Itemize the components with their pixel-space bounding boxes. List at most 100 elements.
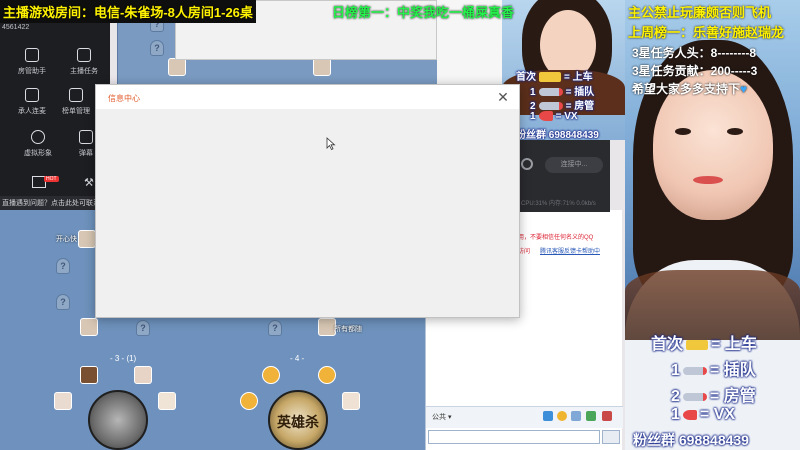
- support-text: 希望大家多多支持下: [632, 82, 741, 96]
- chat-icon: [79, 130, 93, 144]
- player-avatar[interactable]: [78, 230, 96, 248]
- table-logo-text: 英雄杀: [277, 415, 319, 431]
- streamer-lips: [693, 176, 723, 184]
- rule-gift: 首次: [516, 72, 536, 83]
- download-icon: [25, 88, 39, 102]
- streamer-camera-small: 首次 = 上车 1 = 插队 2 = 房管 1 = VX 粉丝群 698848439: [502, 0, 625, 140]
- task-icon: [77, 48, 91, 62]
- notice-line: 上周榜一：乐善好施赵瑞龙: [628, 25, 785, 40]
- fans-group: 粉丝群 698848439: [516, 130, 599, 140]
- chat-send-button[interactable]: [602, 430, 620, 444]
- tools-icon[interactable]: ⚒: [84, 176, 94, 189]
- gold-bar-icon: [539, 72, 561, 83]
- close-icon[interactable]: ✕: [495, 89, 511, 105]
- gear-icon[interactable]: [521, 158, 533, 170]
- tool-co-stream[interactable]: 承人连麦: [12, 88, 52, 116]
- chat-link[interactable]: 腾讯客服反馈卡帮助中: [540, 246, 600, 255]
- font-icon[interactable]: [543, 411, 553, 421]
- hot-badge: HOT: [44, 176, 59, 182]
- tool-label: 房管助手: [18, 68, 46, 75]
- tool-avatar[interactable]: 虚拟形象: [18, 130, 58, 158]
- tool-host-task[interactable]: 主播任务: [64, 48, 104, 76]
- rule-count: 2: [671, 388, 680, 405]
- qq-penguin-icon[interactable]: [318, 366, 336, 384]
- player-avatar[interactable]: [168, 58, 186, 76]
- rule-gift: 首次: [651, 336, 684, 353]
- empty-seat[interactable]: ?: [268, 320, 282, 336]
- empty-seat[interactable]: ?: [136, 320, 150, 336]
- rule-row: 1 = 插队: [530, 83, 594, 98]
- streamer-eye: [675, 128, 691, 135]
- tool-ranking[interactable]: 榜单管理: [56, 88, 96, 116]
- user-id: 4561422: [2, 24, 30, 31]
- rule-eq: =: [564, 72, 570, 83]
- rule-eq: =: [555, 111, 562, 122]
- list-icon: [69, 88, 83, 102]
- tool-room-manager[interactable]: 房管助手: [12, 48, 52, 76]
- bear-icon: [31, 130, 45, 144]
- empty-seat[interactable]: ?: [56, 294, 70, 310]
- dialog-title: 信息中心: [108, 94, 140, 103]
- notice-line: 3星任务贡献：200-----3: [632, 64, 758, 78]
- daily-rank-banner: 日榜第一：中奖我吃一桶屎真香: [332, 5, 515, 20]
- player-avatar[interactable]: [342, 392, 360, 410]
- chat-input[interactable]: [428, 430, 600, 444]
- help-link[interactable]: 直播遇到问题？点击此处可联系: [0, 196, 110, 210]
- rule-reward: 上车: [724, 336, 757, 353]
- tool-label: 承人连麦: [18, 108, 46, 115]
- chat-warning: 用，不要相信任何名义的QQ: [518, 235, 594, 241]
- rule-eq: =: [709, 362, 720, 379]
- game-table[interactable]: [88, 390, 148, 450]
- rule-row: 1 = 插队: [671, 356, 756, 380]
- dialog-titlebar[interactable]: 信息中心 ✕: [96, 85, 519, 109]
- emoji-icon[interactable]: [557, 411, 567, 421]
- player-name: 开心快: [56, 236, 77, 243]
- stream-status-panel: 连接中... CPU:31% 内存:71% 0.0kb/s: [515, 140, 610, 212]
- empty-seat[interactable]: ?: [150, 40, 164, 56]
- rule-count: 1: [671, 406, 680, 423]
- empty-seat[interactable]: ?: [56, 258, 70, 274]
- info-center-dialog: 信息中心 ✕: [95, 84, 520, 318]
- player-avatar[interactable]: [134, 366, 152, 384]
- qq-penguin-icon[interactable]: [240, 392, 258, 410]
- plane-icon: [682, 366, 707, 375]
- heart-icon: ♥: [740, 82, 748, 96]
- player-avatar[interactable]: [158, 392, 176, 410]
- tool-label: 榜单管理: [62, 108, 90, 115]
- plane-icon: [538, 102, 563, 111]
- rule-count: 1: [530, 111, 536, 122]
- gold-bar-icon: [686, 339, 709, 350]
- player-avatar[interactable]: [80, 318, 98, 336]
- player-avatar[interactable]: [54, 392, 72, 410]
- notice-line: 3星任务人头：8--------8: [632, 46, 756, 60]
- plane-icon: [682, 392, 707, 401]
- scissors-icon[interactable]: [571, 411, 581, 421]
- player-name: 所有都随: [334, 326, 362, 333]
- qq-penguin-icon[interactable]: [262, 366, 280, 384]
- tool-label: 虚拟形象: [24, 150, 52, 157]
- fans-group: 粉丝群 698848439: [633, 432, 749, 448]
- rule-row: 1 = VX: [671, 406, 735, 424]
- table-number: - 4 -: [290, 354, 305, 363]
- game-table[interactable]: 英雄杀: [268, 390, 328, 450]
- rule-reward: VX: [564, 111, 578, 122]
- plane-icon: [538, 88, 563, 97]
- rule-eq: =: [699, 406, 710, 423]
- rule-reward: 上车: [572, 72, 593, 83]
- connect-button[interactable]: 连接中...: [545, 157, 603, 173]
- room-info-banner: 主播游戏房间：电信-朱雀场-8人房间1-26桌: [0, 0, 256, 23]
- image-icon[interactable]: [586, 411, 596, 421]
- tool-label: 主播任务: [70, 68, 98, 75]
- player-avatar[interactable]: [313, 58, 331, 76]
- tool-label: 弹幕: [79, 150, 93, 157]
- performance-stats: CPU:31% 内存:71% 0.0kb/s: [521, 201, 596, 207]
- gift-icon[interactable]: [602, 411, 612, 421]
- rule-row: 1 = VX: [530, 111, 578, 122]
- player-avatar[interactable]: [80, 366, 98, 384]
- shield-icon: [25, 48, 39, 62]
- rule-row: 2 = 房管: [530, 97, 594, 112]
- rule-row: 首次 = 上车: [516, 68, 593, 83]
- rule-count: 1: [671, 362, 680, 379]
- channel-select[interactable]: 公共 ▾: [432, 412, 451, 422]
- rule-reward: VX: [713, 406, 736, 423]
